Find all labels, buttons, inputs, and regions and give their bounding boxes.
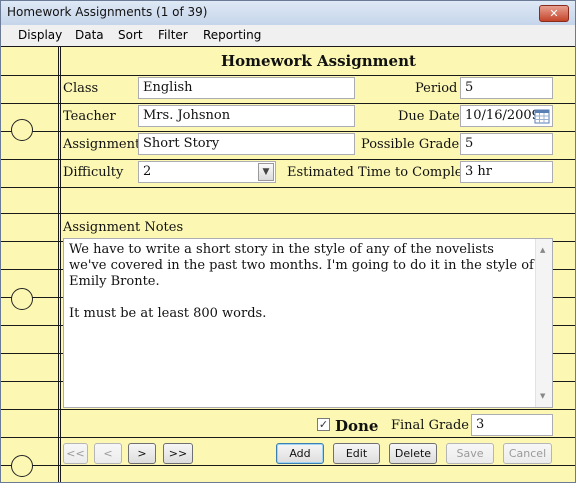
edit-button[interactable]: Edit bbox=[333, 443, 380, 464]
save-button[interactable]: Save bbox=[446, 443, 494, 464]
rule-line bbox=[1, 187, 575, 188]
rule-line bbox=[1, 159, 575, 160]
notes-paragraph: It must be at least 800 words. bbox=[69, 306, 267, 321]
difficulty-label: Difficulty bbox=[63, 165, 124, 180]
first-record-button[interactable]: << bbox=[63, 443, 88, 464]
class-field[interactable]: English bbox=[138, 77, 355, 99]
final-grade-label: Final Grade bbox=[391, 418, 469, 433]
rule-line bbox=[1, 437, 575, 438]
due-date-field[interactable]: 10/16/2009 bbox=[460, 105, 553, 127]
teacher-label: Teacher bbox=[63, 109, 116, 124]
notes-label: Assignment Notes bbox=[63, 220, 184, 235]
menu-sort[interactable]: Sort bbox=[118, 28, 143, 42]
cancel-button[interactable]: Cancel bbox=[503, 443, 552, 464]
estimated-time-field[interactable]: 3 hr bbox=[460, 161, 553, 183]
title-bar: Homework Assignments (1 of 39) ✕ bbox=[1, 1, 575, 26]
possible-grade-field[interactable]: 5 bbox=[460, 133, 553, 155]
delete-button[interactable]: Delete bbox=[389, 443, 437, 464]
rule-line bbox=[1, 409, 575, 410]
prev-record-button[interactable]: < bbox=[94, 443, 122, 464]
assignment-label: Assignment bbox=[63, 137, 141, 152]
notes-textarea[interactable]: We have to write a short story in the st… bbox=[63, 238, 553, 408]
scroll-down-icon[interactable]: ▼ bbox=[540, 388, 545, 404]
rule-line bbox=[1, 46, 575, 47]
punch-hole-icon bbox=[11, 455, 33, 477]
menu-filter[interactable]: Filter bbox=[158, 28, 188, 42]
window-title: Homework Assignments (1 of 39) bbox=[7, 5, 208, 19]
punch-hole-icon bbox=[11, 119, 33, 141]
difficulty-select[interactable]: 2 ▼ bbox=[138, 161, 276, 183]
close-icon[interactable]: ✕ bbox=[539, 5, 569, 22]
done-checkbox[interactable]: ✓ bbox=[317, 418, 330, 431]
form-heading: Homework Assignment bbox=[221, 52, 416, 70]
assignment-field[interactable]: Short Story bbox=[138, 133, 355, 155]
notes-scrollbar[interactable]: ▲ ▼ bbox=[535, 239, 552, 407]
possible-grade-label: Possible Grade bbox=[361, 137, 460, 152]
menu-reporting[interactable]: Reporting bbox=[203, 28, 261, 42]
menu-display[interactable]: Display bbox=[18, 28, 62, 42]
menu-data[interactable]: Data bbox=[75, 28, 104, 42]
chevron-down-icon[interactable]: ▼ bbox=[258, 163, 274, 181]
add-button[interactable]: Add bbox=[276, 443, 324, 464]
margin-line bbox=[60, 46, 61, 482]
period-label: Period bbox=[415, 81, 458, 96]
period-field[interactable]: 5 bbox=[460, 77, 553, 99]
difficulty-value: 2 bbox=[143, 164, 152, 179]
done-label: Done bbox=[335, 417, 379, 435]
rule-line bbox=[1, 103, 575, 104]
calendar-icon[interactable] bbox=[533, 107, 551, 125]
teacher-field[interactable]: Mrs. Johsnon bbox=[138, 105, 355, 127]
last-record-button[interactable]: >> bbox=[163, 443, 193, 464]
rule-line bbox=[1, 213, 575, 214]
rule-line bbox=[1, 131, 575, 132]
app-window: Homework Assignments (1 of 39) ✕ Display… bbox=[0, 0, 576, 483]
final-grade-field[interactable]: 3 bbox=[471, 414, 553, 436]
margin-line bbox=[58, 46, 59, 482]
rule-line bbox=[1, 465, 575, 466]
class-label: Class bbox=[63, 81, 99, 96]
menu-bar: Display Data Sort Filter Reporting bbox=[1, 25, 575, 46]
next-record-button[interactable]: > bbox=[128, 443, 156, 464]
notes-paragraph: We have to write a short story in the st… bbox=[69, 242, 534, 289]
punch-hole-icon bbox=[11, 288, 33, 310]
due-date-label: Due Date bbox=[398, 109, 460, 124]
estimated-time-label: Estimated Time to Complete bbox=[287, 165, 476, 180]
due-date-value: 10/16/2009 bbox=[465, 108, 540, 123]
rule-line bbox=[1, 75, 575, 76]
scroll-up-icon[interactable]: ▲ bbox=[540, 242, 545, 258]
